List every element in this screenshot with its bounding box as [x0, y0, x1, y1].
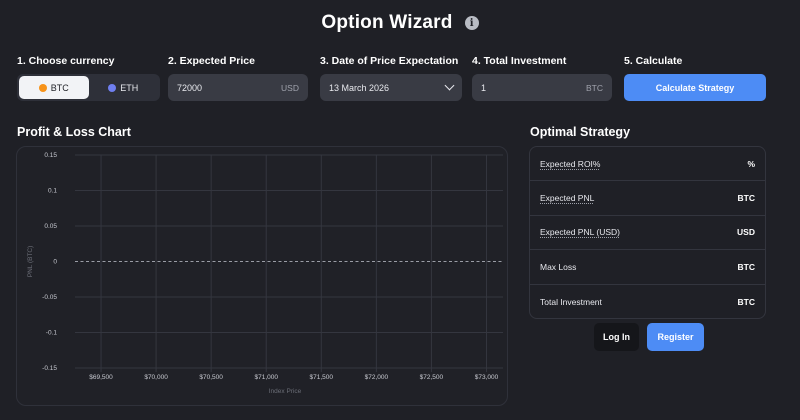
expected-price-unit: USD [281, 82, 299, 93]
pnl-chart-svg: $69,500 $70,000 $70,500 $71,000 $71,500 $72,0… [27, 152, 503, 395]
step-currency: 1. Choose currency BTC ETH [17, 55, 160, 101]
currency-label: 1. Choose currency [17, 55, 115, 67]
x-axis-label: Index Price [269, 388, 302, 395]
x-tick-label: $72,000 [365, 374, 389, 381]
pnl-chart: $69,500 $70,000 $70,500 $71,000 $71,500 $72,0… [16, 146, 508, 406]
page-title: Option Wizard [321, 12, 453, 33]
eth-coin-icon [108, 83, 117, 92]
investment-unit: BTC [586, 82, 603, 93]
calculate-label: 5. Calculate [624, 55, 683, 67]
strategy-row-max-loss: Max Loss BTC [530, 250, 765, 285]
x-tick-label: $71,000 [254, 374, 278, 381]
x-tick-label: $69,500 [89, 374, 113, 381]
strategy-row-unit: BTC [737, 296, 755, 307]
strategy-table: Expected ROI% % Expected PNL BTC Expecte… [529, 146, 766, 319]
strategy-row-pnl: Expected PNL BTC [530, 181, 765, 216]
y-tick-label: 0.15 [44, 152, 57, 159]
date-label: 3. Date of Price Expectation [320, 55, 459, 67]
x-tick-label: $73,000 [475, 374, 499, 381]
y-tick-label: -0.05 [42, 294, 57, 301]
login-button[interactable]: Log In [594, 323, 639, 351]
strategy-row-pnl-usd: Expected PNL (USD) USD [530, 216, 765, 251]
strategy-row-unit: BTC [737, 193, 755, 204]
strategy-title: Optimal Strategy [530, 125, 631, 139]
expected-price-input[interactable]: 72000 USD [168, 74, 308, 101]
strategy-row-label[interactable]: Expected PNL [540, 193, 594, 203]
auth-buttons: Log In Register [594, 323, 704, 351]
date-select[interactable]: 13 March 2026 [320, 74, 462, 101]
x-tick-label: $70,000 [144, 374, 168, 381]
strategy-row-label: Total Investment [540, 296, 602, 307]
step-investment: 4. Total Investment 1 BTC [472, 55, 612, 101]
currency-option-btc[interactable]: BTC [19, 76, 89, 99]
investment-input[interactable]: 1 BTC [472, 74, 612, 101]
expected-price-value: 72000 [177, 82, 203, 93]
strategy-row-unit: BTC [737, 261, 755, 272]
strategy-row-label[interactable]: Expected PNL (USD) [540, 227, 620, 237]
chevron-down-icon [444, 80, 455, 91]
y-tick-label: -0.1 [46, 330, 58, 337]
strategy-row-label[interactable]: Expected ROI% [540, 159, 600, 169]
x-tick-label: $71,500 [310, 374, 334, 381]
date-value: 13 March 2026 [329, 82, 390, 93]
currency-option-label: BTC [50, 82, 69, 93]
strategy-row-unit: USD [737, 227, 755, 238]
currency-toggle: BTC ETH [17, 74, 160, 101]
expected-price-label: 2. Expected Price [168, 55, 255, 67]
header: Option Wizard i [0, 12, 800, 34]
investment-label: 4. Total Investment [472, 55, 567, 67]
x-tick-label: $70,500 [199, 374, 223, 381]
y-tick-label: 0.05 [44, 223, 57, 230]
currency-option-eth[interactable]: ETH [89, 76, 159, 99]
y-tick-label: 0.1 [48, 188, 57, 195]
strategy-row-unit: % [747, 158, 755, 169]
info-icon[interactable]: i [464, 16, 479, 30]
strategy-row-label: Max Loss [540, 261, 577, 272]
step-calculate: 5. Calculate Calculate Strategy [624, 55, 766, 101]
investment-value: 1 [481, 82, 487, 93]
y-tick-label: 0 [53, 259, 57, 266]
chart-title: Profit & Loss Chart [17, 125, 131, 139]
y-tick-label: -0.15 [42, 365, 57, 372]
strategy-row-total-investment: Total Investment BTC [530, 285, 765, 318]
register-button[interactable]: Register [647, 323, 704, 351]
y-axis-label: PNL (BTC) [27, 246, 34, 278]
btc-coin-icon [38, 83, 47, 92]
x-tick-label: $72,500 [420, 374, 444, 381]
step-date: 3. Date of Price Expectation 13 March 20… [320, 55, 462, 101]
calculate-strategy-button[interactable]: Calculate Strategy [624, 74, 766, 101]
strategy-row-roi: Expected ROI% % [530, 147, 765, 182]
step-expected-price: 2. Expected Price 72000 USD [168, 55, 308, 101]
currency-option-label: ETH [120, 82, 139, 93]
